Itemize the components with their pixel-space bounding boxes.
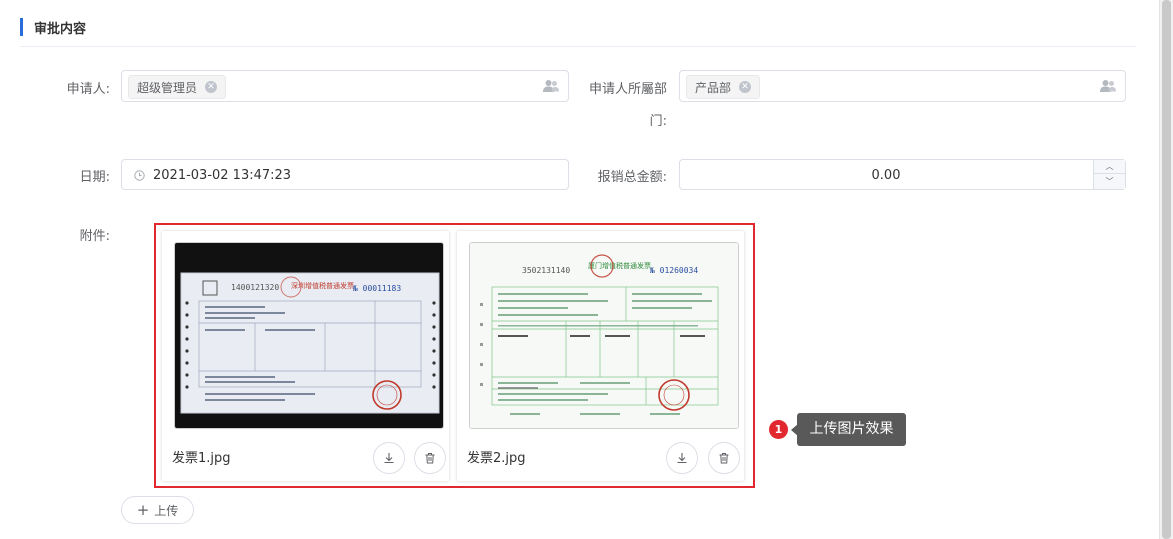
- section-header: 审批内容: [20, 17, 86, 37]
- department-label: 申请人所屬部: [588, 82, 667, 97]
- applicant-tag-text: 超级管理员: [137, 80, 198, 95]
- attachment-card[interactable]: 1400121320 深圳增值税普通发票 № 00011183 发票1.jpg: [162, 231, 449, 481]
- chevron-down-icon: ﹀: [1105, 176, 1114, 186]
- user-group-icon[interactable]: [1100, 79, 1116, 93]
- section-title: 审批内容: [34, 21, 87, 37]
- delete-button[interactable]: [414, 442, 446, 474]
- chevron-up-icon: ︿: [1105, 162, 1114, 171]
- date-picker[interactable]: 2021-03-02 13:47:23: [121, 159, 569, 190]
- upload-button-label: 上传: [154, 503, 179, 518]
- department-tag: 产品部 ✕: [686, 75, 761, 99]
- upload-button[interactable]: + 上传: [121, 496, 194, 524]
- applicant-tag: 超级管理员 ✕: [128, 75, 227, 99]
- attachment-list-highlight: 1400121320 深圳增值税普通发票 № 00011183 发票1.jpg …: [154, 223, 755, 488]
- svg-text:厦门增值税普通发票: 厦门增值税普通发票: [588, 261, 651, 270]
- trash-icon: [425, 453, 435, 464]
- download-button[interactable]: [373, 442, 405, 474]
- invoice-number: № 01260034: [649, 266, 698, 275]
- callout-tooltip: 上传图片效果: [797, 413, 906, 446]
- download-button[interactable]: [666, 442, 698, 474]
- attachment-thumbnail[interactable]: 1400121320 深圳增值税普通发票 № 00011183: [174, 242, 444, 429]
- download-icon: [677, 453, 687, 464]
- department-select[interactable]: 产品部 ✕: [679, 70, 1126, 102]
- amount-input[interactable]: 0.00 ︿ ﹀: [679, 159, 1126, 190]
- page-scrollbar[interactable]: [1159, 0, 1173, 539]
- amount-stepper[interactable]: ︿ ﹀: [1093, 160, 1125, 189]
- applicant-label: 申请人:: [66, 82, 110, 97]
- trash-icon: [719, 453, 729, 464]
- section-divider: [20, 46, 1136, 47]
- amount-label: 报销总金额:: [597, 170, 667, 185]
- department-label-cont: 门:: [649, 114, 667, 129]
- invoice-number: № 00011183: [352, 284, 401, 293]
- decrease-button[interactable]: ﹀: [1094, 174, 1125, 188]
- scrollbar-thumb[interactable]: [1162, 0, 1171, 539]
- callout-number-badge: 1: [769, 420, 788, 439]
- plus-icon: +: [136, 501, 150, 519]
- attachment-filename: 发票1.jpg: [172, 451, 231, 466]
- attachment-label: 附件:: [79, 229, 110, 244]
- close-icon[interactable]: ✕: [205, 81, 218, 93]
- invoice-image-1: 1400121320 深圳增值税普通发票 № 00011183: [175, 243, 443, 428]
- invoice-image-2: 3502131140 厦门增值税普通发票 № 01260034: [470, 243, 738, 428]
- download-icon: [384, 453, 394, 464]
- delete-button[interactable]: [708, 442, 740, 474]
- attachment-filename: 发票2.jpg: [467, 451, 526, 466]
- applicant-select[interactable]: 超级管理员 ✕: [121, 70, 569, 102]
- clock-icon: [134, 170, 145, 181]
- section-accent-bar: [20, 18, 23, 36]
- department-tag-text: 产品部: [695, 80, 732, 95]
- user-group-icon[interactable]: [543, 79, 559, 93]
- amount-value: 0.00: [871, 168, 901, 183]
- date-label: 日期:: [79, 170, 110, 185]
- date-value: 2021-03-02 13:47:23: [153, 168, 292, 183]
- attachment-card[interactable]: 3502131140 厦门增值税普通发票 № 01260034 发票2.jpg: [457, 231, 744, 481]
- invoice-code: 3502131140: [522, 266, 570, 275]
- close-icon[interactable]: ✕: [739, 81, 752, 93]
- increase-button[interactable]: ︿: [1094, 160, 1125, 174]
- invoice-code: 1400121320: [231, 283, 279, 292]
- attachment-thumbnail[interactable]: 3502131140 厦门增值税普通发票 № 01260034: [469, 242, 739, 429]
